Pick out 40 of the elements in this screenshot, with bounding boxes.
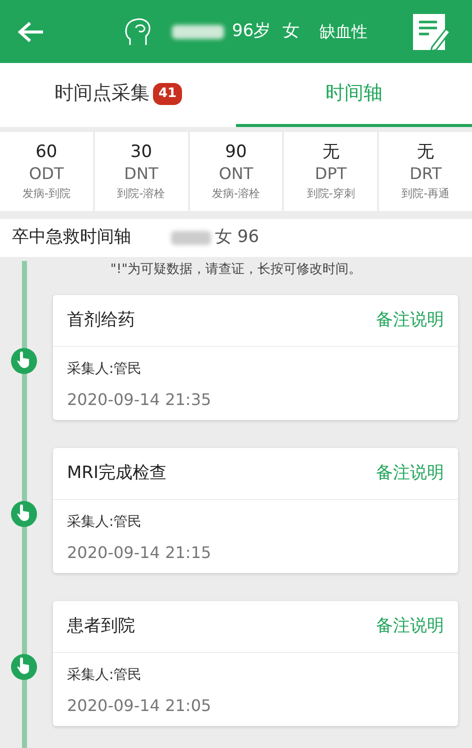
notice-text: "!"为可疑数据，请查证，长按可修改时间。 [109,261,363,279]
hand-icon [10,500,38,528]
event-card[interactable]: MRI完成检查 备注说明 采集人:管民 2020-09-14 21:15 [53,448,458,573]
count-badge: 41 [153,82,182,104]
patient-info: 女 96 [215,226,260,250]
redacted-name [171,231,211,245]
event-name: 首剂给药 [67,308,135,332]
metric-value: 90 [225,140,247,162]
metric-code: ONT [218,162,254,184]
event-time: 2020-09-14 21:05 [67,695,212,717]
metric-code: DNT [124,162,158,184]
metric-description: 发病-溶栓 [212,186,260,202]
metric-description: 到院-穿刺 [306,186,355,202]
metric-description: 到院-再通 [402,186,450,202]
stroke-type: 缺血性 [320,20,368,42]
event-card[interactable]: 患者到院 备注说明 采集人:管民 2020-09-14 21:05 [53,601,458,726]
metric-description: 到院-溶栓 [117,186,166,202]
metric-code: ODT [29,162,64,184]
hand-icon [10,347,38,375]
metric-value: 无 [417,140,434,162]
collector-text: 采集人:管民 [67,360,143,379]
event-name: MRI完成检查 [67,462,166,485]
event-card[interactable]: 首剂给药 备注说明 采集人:管民 2020-09-14 21:35 [53,295,458,420]
event-time: 2020-09-14 21:15 [67,542,212,564]
event-time: 2020-09-14 21:35 [67,389,212,411]
collector-text: 采集人:管民 [67,513,143,532]
metric-value: 30 [130,140,152,162]
redacted-name [172,24,224,38]
tab[interactable]: 时间点采集 41 [0,63,236,127]
patient-sex: 女 [282,20,300,43]
event-name: 患者到院 [67,614,135,638]
metric-value: 60 [36,140,58,162]
timeline-title: 卒中急救时间轴 [12,226,131,250]
patient-age: 96岁 [232,20,271,43]
metric-code: DRT [410,162,442,184]
collector-text: 采集人:管民 [67,666,143,685]
hand-icon [10,653,38,681]
metric-description: 发病-到院 [22,186,70,202]
metric-code: DPT [314,162,347,184]
metric-value: 无 [322,140,340,162]
